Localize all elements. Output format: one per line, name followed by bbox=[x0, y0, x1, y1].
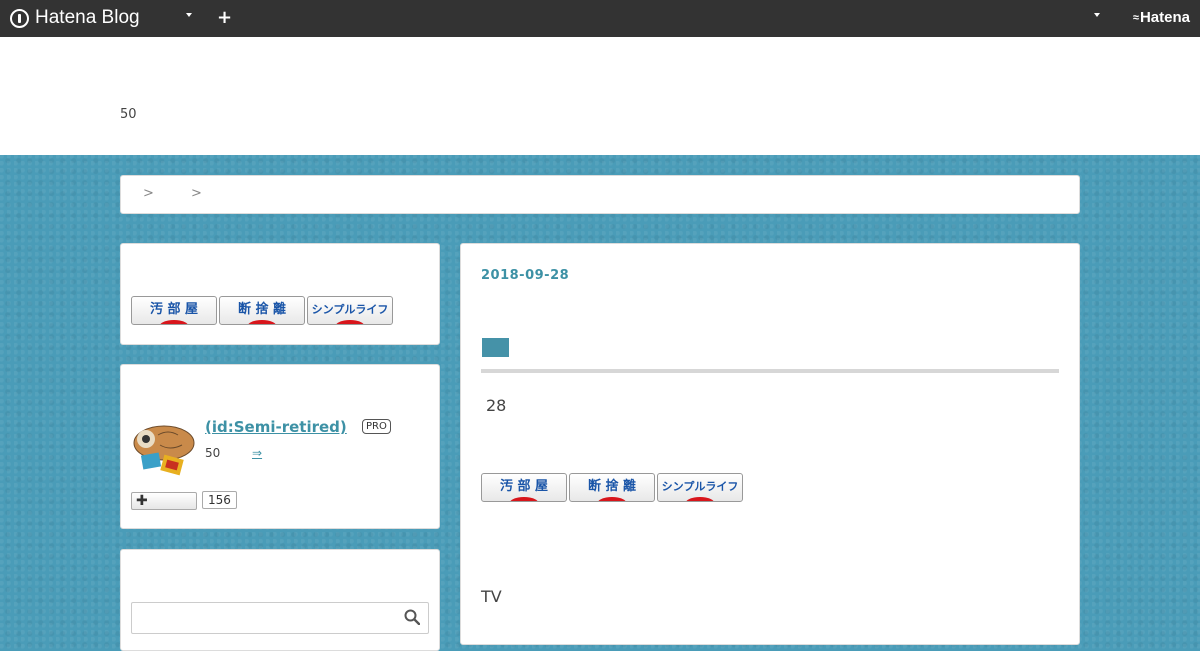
new-post-plus-icon[interactable]: + bbox=[217, 8, 232, 28]
badge-label: 汚 部 屋 bbox=[149, 302, 199, 317]
breadcrumb: > > bbox=[120, 175, 1080, 214]
subscribe-button[interactable]: ✚ bbox=[131, 492, 197, 510]
hatena-wave-icon: ≈ bbox=[1132, 11, 1139, 24]
breadcrumb-separator: > bbox=[143, 186, 154, 201]
user-menu-chevron-down-icon[interactable] bbox=[1094, 13, 1100, 17]
entry-divider bbox=[481, 369, 1059, 373]
entry-text: 28 bbox=[486, 396, 507, 415]
ranking-badge-simple-life[interactable]: シンプルライフ bbox=[307, 296, 393, 325]
ranking-badge-simple-life[interactable]: シンプルライフ bbox=[657, 473, 743, 502]
entry-category-tag[interactable] bbox=[482, 338, 509, 357]
badge-red-dot bbox=[509, 497, 539, 501]
breadcrumb-category-link[interactable] bbox=[163, 186, 183, 200]
ranking-badge-messy-room[interactable]: 汚 部 屋 bbox=[481, 473, 567, 502]
badge-red-dot bbox=[335, 320, 365, 324]
entry-date-link[interactable]: 2018-09-28 bbox=[481, 268, 569, 283]
hatena-brand-link[interactable]: ≈ Hatena bbox=[1133, 9, 1190, 26]
profile-avatar[interactable] bbox=[130, 421, 196, 479]
subscriber-count: 156 bbox=[202, 491, 237, 509]
breadcrumb-home-link[interactable] bbox=[131, 186, 135, 200]
hatena-brand-label: Hatena bbox=[1139, 9, 1190, 26]
badge-red-dot bbox=[247, 320, 277, 324]
badge-red-dot bbox=[597, 497, 627, 501]
entry-ranking-badges: 汚 部 屋 断 捨 離 シンプルライフ bbox=[481, 473, 743, 502]
ranking-badges: 汚 部 屋 断 捨 離 シンプルライフ bbox=[131, 296, 393, 325]
ranking-badge-decluttering[interactable]: 断 捨 離 bbox=[219, 296, 305, 325]
sidebar-search-module bbox=[120, 549, 440, 651]
blog-menu-chevron-down-icon[interactable] bbox=[186, 13, 192, 17]
hatena-blog-icon bbox=[10, 8, 29, 28]
pro-badge: PRO bbox=[362, 419, 391, 434]
badge-red-dot bbox=[685, 497, 715, 501]
badge-label: 断 捨 離 bbox=[587, 479, 637, 494]
search-input[interactable] bbox=[131, 602, 429, 634]
sidebar-ranking-module: 汚 部 屋 断 捨 離 シンプルライフ bbox=[120, 243, 440, 345]
badge-label: 断 捨 離 bbox=[237, 302, 287, 317]
blog-description: 50 bbox=[120, 107, 137, 122]
blog-header: 50 bbox=[0, 37, 1200, 155]
global-header: Hatena Blog + ≈ Hatena bbox=[0, 0, 1200, 37]
entry-text: TV bbox=[481, 587, 502, 606]
logo-text: Hatena Blog bbox=[35, 7, 140, 28]
badge-label: シンプルライフ bbox=[311, 303, 389, 316]
badge-label: 汚 部 屋 bbox=[499, 479, 549, 494]
badge-red-dot bbox=[159, 320, 189, 324]
ranking-badge-messy-room[interactable]: 汚 部 屋 bbox=[131, 296, 217, 325]
profile-description: 50 bbox=[205, 446, 221, 460]
breadcrumb-separator: > bbox=[191, 186, 202, 201]
plus-icon: ✚ bbox=[136, 493, 148, 509]
article-entry: 2018-09-28 28 汚 部 屋 断 捨 離 シンプルライフ TV bbox=[460, 243, 1080, 645]
search-icon[interactable] bbox=[404, 609, 420, 625]
hatena-blog-logo[interactable]: Hatena Blog bbox=[10, 7, 140, 29]
profile-name-link[interactable]: (id:Semi-retired) bbox=[205, 418, 347, 436]
sidebar-profile-module: (id:Semi-retired) PRO 50 ⇒ ✚ 156 bbox=[120, 364, 440, 529]
profile-more-link[interactable]: ⇒ bbox=[252, 446, 262, 460]
badge-label: シンプルライフ bbox=[661, 480, 739, 493]
ranking-badge-decluttering[interactable]: 断 捨 離 bbox=[569, 473, 655, 502]
